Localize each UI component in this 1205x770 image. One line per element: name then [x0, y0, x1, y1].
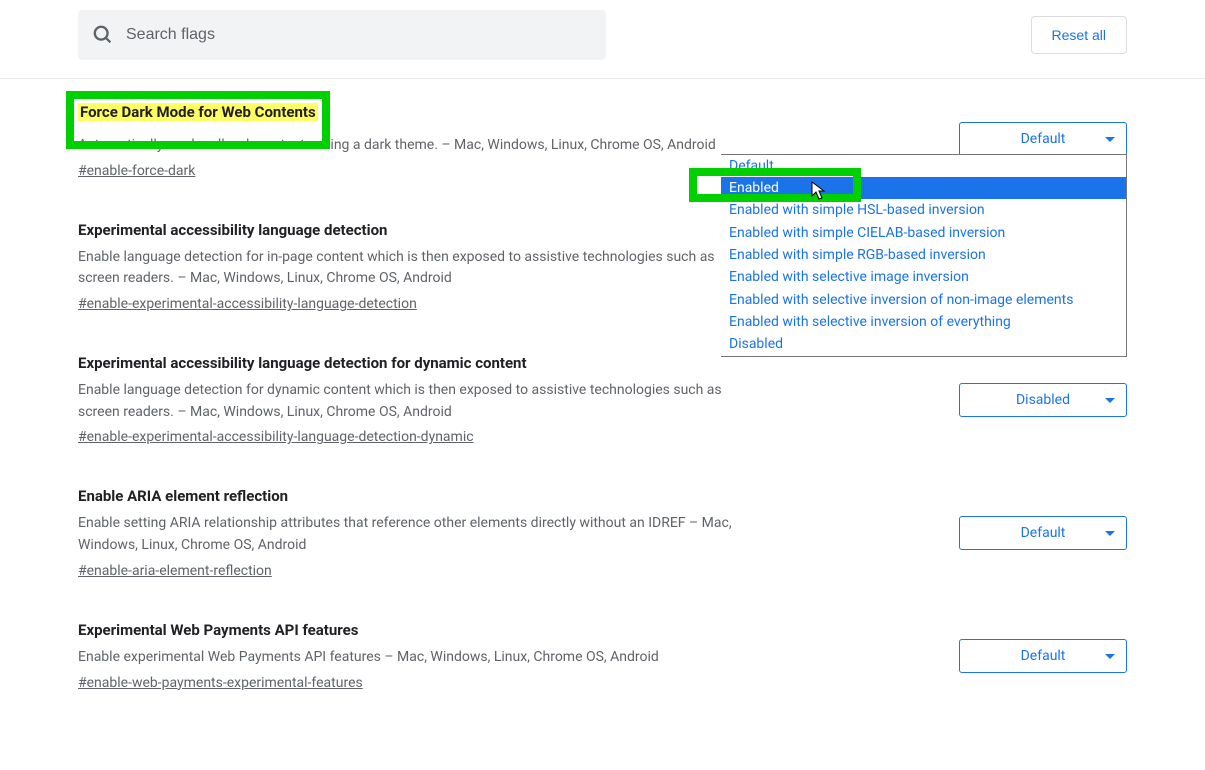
chevron-down-icon	[1104, 394, 1116, 406]
flag-select[interactable]: Default	[959, 516, 1127, 550]
flag-control: Default Default Enabled Enabled with sim…	[939, 122, 1127, 156]
dropdown-option[interactable]: Enabled with simple RGB-based inversion	[721, 244, 1126, 266]
flag-title: Experimental accessibility language dete…	[78, 221, 738, 239]
select-value: Default	[1021, 525, 1066, 541]
flag-title: Experimental Web Payments API features	[78, 621, 738, 639]
flags-content: Force Dark Mode for Web Contents Force D…	[0, 79, 1205, 753]
flag-item: Experimental accessibility language dete…	[78, 354, 1127, 445]
dropdown-option[interactable]: Disabled	[721, 333, 1126, 355]
flag-title: Enable ARIA element reflection	[78, 487, 738, 505]
flag-description: Enable language detection for dynamic co…	[78, 380, 738, 423]
flag-text: Experimental accessibility language dete…	[78, 221, 738, 312]
flag-hash-link[interactable]: #enable-aria-element-reflection	[78, 563, 272, 579]
flag-text: Enable ARIA element reflection Enable se…	[78, 487, 738, 578]
select-value: Disabled	[1016, 392, 1070, 408]
dropdown-option[interactable]: Enabled with selective inversion of non-…	[721, 289, 1126, 311]
flag-title: Experimental accessibility language dete…	[78, 354, 738, 372]
flag-item: Force Dark Mode for Web Contents Force D…	[78, 99, 1127, 179]
chevron-down-icon	[1104, 133, 1116, 145]
select-value: Default	[1021, 648, 1066, 664]
dropdown-wrapper: Default Default Enabled Enabled with sim…	[959, 122, 1127, 156]
dropdown-option[interactable]: Enabled with selective image inversion	[721, 266, 1126, 288]
dropdown-option[interactable]: Default	[721, 155, 1126, 177]
flag-select[interactable]: Disabled	[959, 383, 1127, 417]
flag-text: Experimental Web Payments API features E…	[78, 621, 738, 691]
flag-title-highlighted: Force Dark Mode for Web Contents	[78, 103, 318, 121]
chevron-down-icon	[1104, 650, 1116, 662]
flag-hash-link[interactable]: #enable-experimental-accessibility-langu…	[78, 296, 417, 312]
dropdown-option[interactable]: Enabled with simple HSL-based inversion	[721, 199, 1126, 221]
flag-hash-link[interactable]: #enable-force-dark	[78, 163, 195, 179]
flag-hash-link[interactable]: #enable-web-payments-experimental-featur…	[78, 675, 363, 691]
dropdown-option[interactable]: Enabled with simple CIELAB-based inversi…	[721, 222, 1126, 244]
flag-description: Enable language detection for in-page co…	[78, 247, 738, 290]
flag-text: Experimental accessibility language dete…	[78, 354, 738, 445]
dropdown-menu: Default Enabled Enabled with simple HSL-…	[721, 154, 1127, 357]
search-input[interactable]	[78, 10, 606, 60]
select-value: Default	[1021, 131, 1066, 147]
flag-control: Default	[939, 516, 1127, 550]
flag-control: Disabled	[939, 383, 1127, 417]
annotation-highlight-box: Force Dark Mode for Web Contents	[66, 91, 330, 149]
flag-select[interactable]: Default	[959, 639, 1127, 673]
reset-all-button[interactable]: Reset all	[1031, 16, 1127, 54]
flag-item: Enable ARIA element reflection Enable se…	[78, 487, 1127, 578]
header: Reset all	[0, 0, 1205, 79]
flag-hash-link[interactable]: #enable-experimental-accessibility-langu…	[78, 429, 474, 445]
chevron-down-icon	[1104, 527, 1116, 539]
search-container	[78, 10, 606, 60]
flag-item: Experimental Web Payments API features E…	[78, 621, 1127, 691]
dropdown-option[interactable]: Enabled	[721, 177, 1126, 199]
cursor-icon	[811, 181, 827, 201]
flag-control: Default	[939, 639, 1127, 673]
flag-description: Enable setting ARIA relationship attribu…	[78, 513, 738, 556]
dropdown-option[interactable]: Enabled with selective inversion of ever…	[721, 311, 1126, 333]
search-icon	[92, 24, 114, 46]
flag-select[interactable]: Default	[959, 122, 1127, 156]
flag-description: Enable experimental Web Payments API fea…	[78, 647, 738, 669]
